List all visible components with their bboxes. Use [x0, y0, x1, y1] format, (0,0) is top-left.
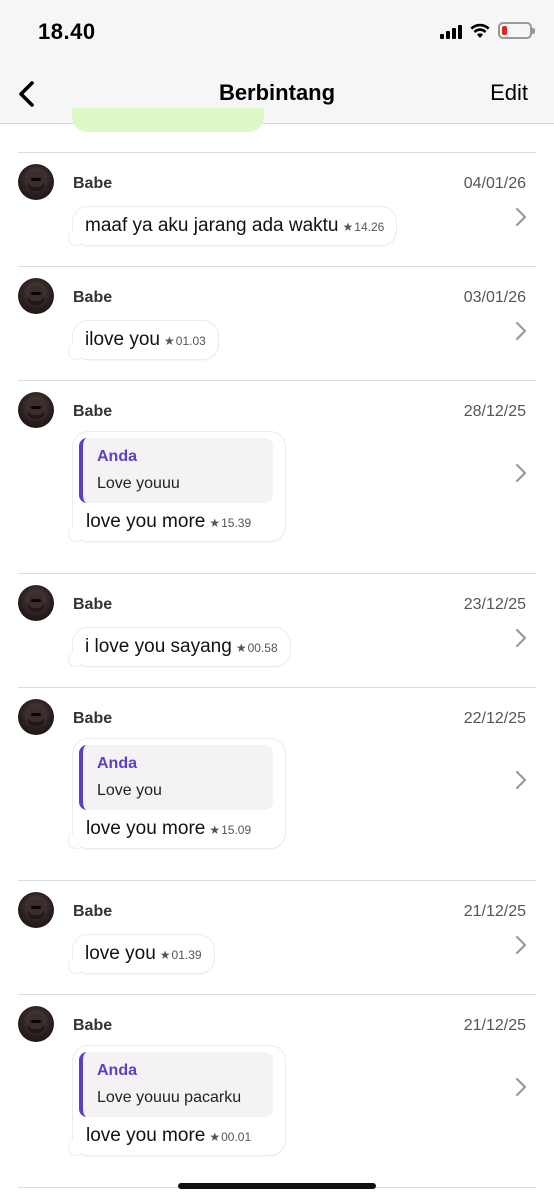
star-icon: ★: [159, 948, 171, 962]
chevron-right-icon[interactable]: [514, 319, 528, 343]
chevron-right-icon[interactable]: [514, 626, 528, 650]
sender-name: Babe: [73, 710, 113, 727]
message-bubble[interactable]: maaf ya aku jarang ada waktu ★14.26: [72, 206, 398, 246]
avatar[interactable]: [18, 278, 54, 314]
battery-level: [502, 26, 507, 35]
quoted-text: Love you: [97, 782, 162, 799]
message-bubble[interactable]: Anda Love you love you more ★15.09: [72, 738, 286, 849]
message-text: love you: [85, 943, 156, 964]
message-text: love you more: [86, 818, 206, 839]
battery-icon: [498, 22, 535, 39]
home-indicator: [178, 1183, 376, 1189]
message-bubble[interactable]: Anda Love youuu love you more ★15.39: [72, 431, 286, 542]
message-time: 15.39: [221, 516, 252, 530]
quoted-author: Anda: [97, 755, 137, 772]
message-row: love you ★01.39: [85, 943, 202, 965]
chevron-right-icon[interactable]: [514, 1075, 528, 1099]
starred-messages-list: Babe 04/01/26 maaf ya aku jarang ada waktu…: [0, 124, 554, 1191]
message-time: 00.58: [247, 641, 278, 655]
sender-name: Babe: [73, 596, 113, 613]
message-row: love you more ★15.09: [79, 818, 273, 840]
starred-message-item[interactable]: Babe 04/01/26 maaf ya aku jarang ada waktu…: [18, 152, 536, 266]
quoted-author: Anda: [97, 448, 137, 465]
status-bar: 18.40: [0, 0, 554, 64]
message-time: 01.03: [175, 334, 206, 348]
chevron-right-icon[interactable]: [514, 205, 528, 229]
avatar[interactable]: [18, 699, 54, 735]
status-time: 18.40: [38, 19, 96, 44]
edit-button[interactable]: Edit: [490, 80, 528, 106]
chevron-right-icon[interactable]: [514, 768, 528, 792]
starred-message-item[interactable]: Babe 03/01/26 ilove you ★01.03: [18, 266, 536, 380]
message-text: maaf ya aku jarang ada waktu: [85, 215, 339, 236]
message-row: love you more ★00.01: [79, 1125, 273, 1147]
avatar[interactable]: [18, 392, 54, 428]
sender-name: Babe: [73, 175, 113, 192]
message-date: 04/01/26: [463, 175, 526, 192]
cellular-signal-icon: [440, 23, 462, 39]
sender-name: Babe: [73, 1017, 113, 1034]
message-date: 23/12/25: [463, 596, 526, 613]
message-text: i love you sayang: [85, 636, 232, 657]
star-icon: ★: [209, 1130, 221, 1144]
chevron-right-icon[interactable]: [514, 933, 528, 957]
status-icons: [440, 22, 535, 39]
star-icon: ★: [209, 823, 221, 837]
starred-message-item[interactable]: Babe 21/12/25 love you ★01.39: [18, 880, 536, 994]
message-date: 22/12/25: [463, 710, 526, 727]
chevron-right-icon[interactable]: [514, 461, 528, 485]
star-icon: ★: [164, 334, 175, 348]
sender-name: Babe: [73, 289, 113, 306]
message-text: love you more: [86, 1125, 206, 1146]
message-row: i love you sayang ★00.58: [85, 636, 278, 658]
quoted-message[interactable]: Anda Love you: [79, 745, 273, 810]
message-row: ilove you ★01.03: [85, 329, 206, 351]
message-bubble[interactable]: ilove you ★01.03: [72, 320, 219, 360]
message-date: 28/12/25: [463, 403, 526, 420]
starred-message-item[interactable]: Babe 22/12/25 Anda Love you love you more ★15…: [18, 687, 536, 880]
message-text: love you more: [86, 511, 206, 532]
message-bubble[interactable]: Anda Love youuu pacarku love you more ★00.0…: [72, 1045, 286, 1156]
quoted-message[interactable]: Anda Love youuu pacarku: [79, 1052, 273, 1117]
avatar[interactable]: [18, 892, 54, 928]
message-time: 01.39: [171, 948, 202, 962]
message-text: ilove you: [85, 329, 160, 350]
avatar[interactable]: [18, 585, 54, 621]
avatar[interactable]: [18, 164, 54, 200]
message-bubble[interactable]: love you ★01.39: [72, 934, 215, 974]
message-date: 03/01/26: [463, 289, 526, 306]
message-date: 21/12/25: [463, 903, 526, 920]
quoted-text: Love youuu pacarku: [97, 1089, 242, 1106]
wifi-icon: [470, 23, 490, 38]
page-title: Berbintang: [218, 80, 336, 105]
message-time: 15.09: [221, 823, 252, 837]
quoted-author: Anda: [97, 1062, 137, 1079]
sender-name: Babe: [73, 903, 113, 920]
message-row: love you more ★15.39: [79, 511, 273, 533]
starred-message-item[interactable]: Babe 28/12/25 Anda Love youuu love you more ★…: [18, 380, 536, 573]
message-row: maaf ya aku jarang ada waktu ★14.26: [85, 215, 384, 237]
message-time: 14.26: [354, 220, 385, 234]
starred-message-item[interactable]: Babe 21/12/25 Anda Love youuu pacarku love y…: [18, 994, 536, 1187]
avatar[interactable]: [18, 1006, 54, 1042]
star-icon: ★: [209, 516, 221, 530]
star-icon: ★: [342, 220, 354, 234]
quoted-message[interactable]: Anda Love youuu: [79, 438, 273, 503]
star-icon: ★: [235, 641, 247, 655]
quoted-text: Love youuu: [97, 475, 180, 492]
message-bubble[interactable]: i love you sayang ★00.58: [72, 627, 291, 667]
message-time: 00.01: [221, 1130, 252, 1144]
starred-message-item[interactable]: Babe 23/12/25 i love you sayang ★00.58: [18, 573, 536, 687]
message-date: 21/12/25: [463, 1017, 526, 1034]
sender-name: Babe: [73, 403, 113, 420]
